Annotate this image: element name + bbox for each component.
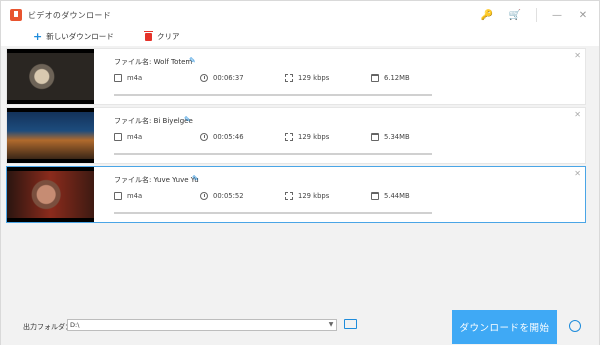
- filename-label: ファイル名: Wolf Totem: [114, 58, 193, 66]
- duration-info: 00:05:52: [200, 192, 244, 200]
- app-logo-icon: [10, 9, 22, 21]
- window-title: ビデオのダウンロード: [28, 11, 111, 20]
- new-download-button[interactable]: + 新しいダウンロード: [33, 31, 114, 42]
- clock-icon: [200, 192, 208, 200]
- bitrate-icon: [285, 74, 293, 82]
- file-format-icon: [114, 192, 122, 200]
- trash-icon: [144, 30, 153, 41]
- folder-size-icon: [371, 192, 379, 200]
- bitrate-value: 129 kbps: [298, 74, 330, 82]
- edit-pencil-icon[interactable]: ✎: [189, 56, 196, 65]
- size-info: 5.44MB: [371, 192, 410, 200]
- format-value: m4a: [127, 133, 143, 141]
- format-info: m4a: [114, 192, 142, 200]
- start-download-button[interactable]: ダウンロードを開始: [452, 310, 557, 344]
- duration-value: 00:05:46: [213, 133, 244, 141]
- bottom-bar: 出力フォルダ： D:\ ▼ ダウンロードを開始: [1, 309, 599, 345]
- video-thumbnail: [7, 108, 94, 163]
- app-window: ビデオのダウンロード 🔑 🛒 — ✕ + 新しいダウンロード クリア ファイル名…: [0, 0, 600, 345]
- plus-icon: +: [33, 29, 43, 43]
- format-info: m4a: [114, 133, 142, 141]
- download-item[interactable]: ファイル名: Yuve Yuve Yu ✎ ✕ m4a 00:05:52 129…: [6, 166, 586, 223]
- format-value: m4a: [127, 74, 143, 82]
- folder-size-icon: [371, 74, 379, 82]
- duration-value: 00:05:52: [213, 192, 244, 200]
- cart-icon[interactable]: 🛒: [507, 7, 523, 23]
- duration-value: 00:06:37: [213, 74, 244, 82]
- size-value: 5.34MB: [384, 133, 410, 141]
- format-info: m4a: [114, 74, 142, 82]
- edit-pencil-icon[interactable]: ✎: [184, 115, 191, 124]
- file-format-icon: [114, 133, 122, 141]
- clear-label: クリア: [157, 32, 180, 41]
- bitrate-value: 129 kbps: [298, 192, 330, 200]
- bitrate-info: 129 kbps: [285, 192, 329, 200]
- duration-info: 00:06:37: [200, 74, 244, 82]
- open-folder-icon[interactable]: [344, 319, 357, 329]
- duration-info: 00:05:46: [200, 133, 244, 141]
- size-value: 5.44MB: [384, 192, 410, 200]
- size-info: 5.34MB: [371, 133, 410, 141]
- new-download-label: 新しいダウンロード: [46, 32, 114, 41]
- bitrate-info: 129 kbps: [285, 74, 329, 82]
- remove-item-icon[interactable]: ✕: [574, 51, 581, 60]
- bitrate-info: 129 kbps: [285, 133, 329, 141]
- output-folder-label: 出力フォルダ：: [23, 323, 72, 331]
- close-button[interactable]: ✕: [575, 7, 591, 23]
- folder-size-icon: [371, 133, 379, 141]
- remove-item-icon[interactable]: ✕: [574, 110, 581, 119]
- video-thumbnail: [7, 49, 94, 104]
- size-info: 6.12MB: [371, 74, 410, 82]
- edit-pencil-icon[interactable]: ✎: [192, 174, 199, 183]
- toolbar: + 新しいダウンロード クリア: [1, 29, 599, 46]
- filename-label: ファイル名: Yuve Yuve Yu: [114, 176, 199, 184]
- output-folder-select[interactable]: D:\ ▼: [67, 319, 337, 331]
- title-bar: ビデオのダウンロード 🔑 🛒 — ✕: [1, 1, 599, 29]
- minimize-button[interactable]: —: [549, 7, 565, 23]
- remove-item-icon[interactable]: ✕: [574, 169, 581, 178]
- alarm-clock-icon[interactable]: [569, 320, 581, 332]
- bitrate-value: 129 kbps: [298, 133, 330, 141]
- format-value: m4a: [127, 192, 143, 200]
- clock-icon: [200, 74, 208, 82]
- video-thumbnail: [7, 167, 94, 222]
- filename-label: ファイル名: Bi Biyelgee: [114, 117, 193, 125]
- chevron-down-icon[interactable]: ▼: [327, 321, 335, 329]
- file-format-icon: [114, 74, 122, 82]
- progress-bar: [114, 212, 432, 214]
- bitrate-icon: [285, 192, 293, 200]
- download-item[interactable]: ファイル名: Bi Biyelgee ✎ ✕ m4a 00:05:46 129 …: [6, 107, 586, 164]
- download-item[interactable]: ファイル名: Wolf Totem ✎ ✕ m4a 00:06:37 129 k…: [6, 48, 586, 105]
- output-folder-path: D:\: [70, 321, 80, 329]
- key-icon[interactable]: 🔑: [479, 7, 495, 23]
- progress-bar: [114, 94, 432, 96]
- progress-bar: [114, 153, 432, 155]
- bitrate-icon: [285, 133, 293, 141]
- clock-icon: [200, 133, 208, 141]
- titlebar-divider: [536, 8, 537, 22]
- clear-button[interactable]: クリア: [144, 30, 180, 42]
- size-value: 6.12MB: [384, 74, 410, 82]
